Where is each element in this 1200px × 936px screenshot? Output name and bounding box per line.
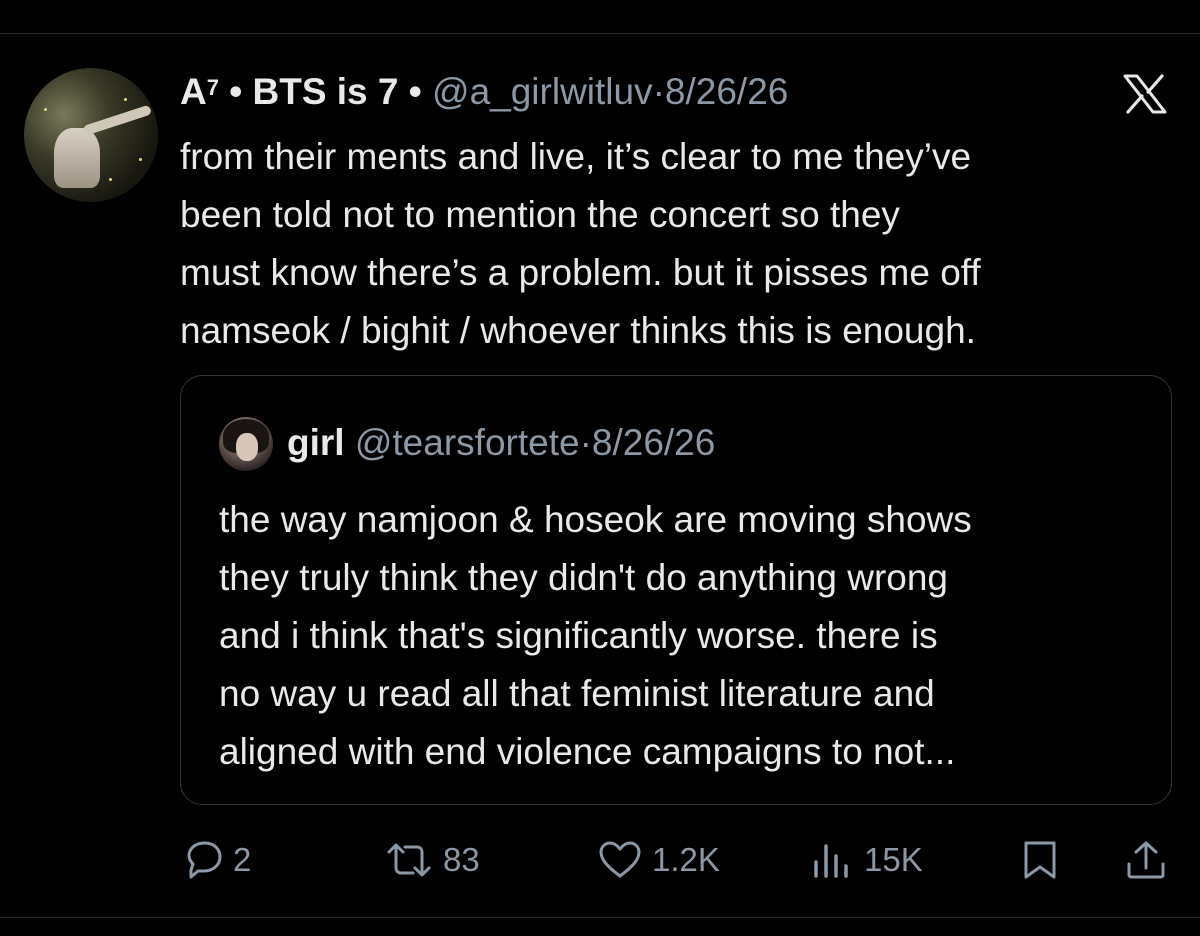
reply-button[interactable]: 2 [183,838,251,882]
quote-line: and i think that's significantly worse. … [219,615,938,656]
retweet-icon [385,840,433,880]
quote-line: no way u read all that feminist literatu… [219,673,935,714]
tweet-date[interactable]: 8/26/26 [665,71,788,112]
tweet-line: namseok / bighit / whoever thinks this i… [180,310,976,351]
quote-author-avatar[interactable] [219,417,273,471]
bookmark-button[interactable] [1020,838,1060,882]
share-icon [1124,840,1168,880]
quote-text: the way namjoon & hoseok are moving show… [219,491,1159,781]
tweet-text: from their ments and live, it’s clear to… [180,128,1180,360]
avatar-figure [54,128,100,188]
avatar-face [236,433,258,461]
quote-line: aligned with end violence campaigns to n… [219,731,956,772]
avatar-light [124,98,127,101]
like-count: 1.2K [652,841,720,878]
avatar-light [139,158,142,161]
quote-date[interactable]: 8/26/26 [592,422,715,463]
tweet-line: must know there’s a problem. but it piss… [180,252,981,293]
quote-line: they truly think they didn't do anything… [219,557,948,598]
bottom-divider [0,917,1200,918]
avatar-light [109,178,112,181]
quote-author-handle[interactable]: @tearsfortete [355,422,580,463]
quote-author-name[interactable]: girl [287,422,345,463]
tweet-header: A7 • BTS is 7 • @a_girlwitluv·8/26/26 [180,70,788,114]
quote-separator: · [579,422,592,463]
top-divider [0,33,1200,34]
tweet-line: been told not to mention the concert so … [180,194,900,235]
views-icon [810,840,854,880]
retweet-count: 83 [443,841,480,878]
avatar-arm [82,104,153,136]
header-separator: · [652,71,665,112]
reply-icon [183,840,223,880]
reply-count: 2 [233,841,252,878]
quoted-tweet[interactable]: girl @tearsfortete·8/26/26 the way namjo… [180,375,1172,805]
tweet-line: from their ments and live, it’s clear to… [180,136,972,177]
views-count: 15K [864,841,923,878]
action-bar: 2 83 1.2K 15K [0,830,1200,890]
like-button[interactable]: 1.2K [598,838,720,882]
x-logo-icon [1123,74,1167,114]
author-avatar[interactable] [24,68,158,202]
views-button[interactable]: 15K [810,838,923,882]
quote-header: girl @tearsfortete·8/26/26 [287,418,715,468]
retweet-button[interactable]: 83 [385,838,480,882]
share-button[interactable] [1124,838,1168,882]
author-handle[interactable]: @a_girlwitluv [432,71,653,112]
heart-icon [598,840,642,880]
bookmark-icon [1020,840,1060,880]
author-name[interactable]: A7 • BTS is 7 • [180,71,422,112]
avatar-light [44,108,47,111]
quote-line: the way namjoon & hoseok are moving show… [219,499,972,540]
